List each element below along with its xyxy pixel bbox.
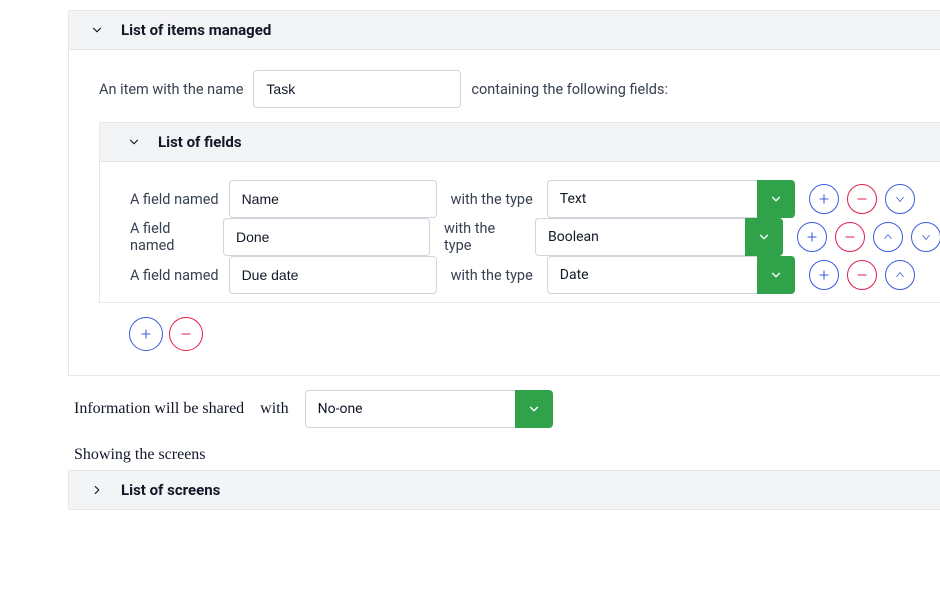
- items-panel-title: List of items managed: [121, 21, 271, 39]
- share-select-value: No-one: [305, 390, 515, 428]
- share-with-label: with: [260, 400, 288, 418]
- screens-panel-header[interactable]: List of screens: [69, 471, 940, 509]
- share-row: Information will be shared with No-one: [68, 376, 940, 434]
- share-prefix-label: Information will be shared: [74, 400, 244, 418]
- items-panel-body: An item with the name containing the fol…: [69, 50, 940, 375]
- item-actions: [99, 303, 940, 355]
- share-dropdown-button[interactable]: [515, 390, 553, 428]
- field-name-input[interactable]: [229, 256, 437, 294]
- field-type-label: with the type: [445, 191, 539, 208]
- item-prefix-label: An item with the name: [99, 81, 243, 98]
- move-field-up-button[interactable]: [873, 222, 903, 252]
- field-type-value: Text: [547, 180, 757, 218]
- remove-field-button[interactable]: [847, 184, 877, 214]
- add-field-button[interactable]: [797, 222, 827, 252]
- screens-panel-title: List of screens: [121, 481, 220, 499]
- screens-panel: List of screens: [68, 470, 940, 510]
- remove-field-button[interactable]: [835, 222, 865, 252]
- field-type-label: with the type: [438, 220, 527, 254]
- fields-panel-title: List of fields: [158, 133, 242, 151]
- chevron-down-icon: [126, 134, 142, 150]
- field-type-value: Date: [547, 256, 757, 294]
- move-field-up-button[interactable]: [885, 260, 915, 290]
- chevron-right-icon: [89, 482, 105, 498]
- field-type-label: with the type: [445, 267, 539, 284]
- fields-panel-body: A field named with the type Text: [100, 162, 940, 302]
- field-type-dropdown-button[interactable]: [757, 256, 795, 294]
- field-type-value: Boolean: [535, 218, 745, 256]
- remove-item-button[interactable]: [169, 317, 203, 351]
- share-select[interactable]: No-one: [305, 390, 553, 428]
- field-type-dropdown-button[interactable]: [757, 180, 795, 218]
- items-panel: List of items managed An item with the n…: [68, 10, 940, 376]
- field-name-input[interactable]: [229, 180, 437, 218]
- item-name-row: An item with the name containing the fol…: [99, 70, 940, 108]
- field-row: A field named with the type Text: [130, 180, 940, 218]
- add-item-button[interactable]: [129, 317, 163, 351]
- move-field-down-button[interactable]: [911, 222, 940, 252]
- field-name-label: A field named: [130, 191, 219, 208]
- fields-panel-header[interactable]: List of fields: [100, 123, 940, 162]
- field-type-select[interactable]: Date: [547, 256, 795, 294]
- field-row: A field named with the type Boolean: [130, 218, 940, 256]
- field-row-actions: [797, 222, 940, 252]
- move-field-down-button[interactable]: [885, 184, 915, 214]
- screens-heading: Showing the screens: [68, 434, 940, 470]
- field-row: A field named with the type Date: [130, 256, 940, 294]
- fields-panel: List of fields A field named with the ty…: [99, 122, 940, 303]
- item-name-input[interactable]: [253, 70, 461, 108]
- field-name-label: A field named: [130, 267, 219, 284]
- add-field-button[interactable]: [809, 260, 839, 290]
- field-row-actions: [809, 184, 915, 214]
- field-type-select[interactable]: Boolean: [535, 218, 783, 256]
- field-type-dropdown-button[interactable]: [745, 218, 783, 256]
- field-row-actions: [809, 260, 915, 290]
- item-suffix-label: containing the following fields:: [471, 81, 668, 98]
- field-type-select[interactable]: Text: [547, 180, 795, 218]
- chevron-down-icon: [89, 22, 105, 38]
- field-name-label: A field named: [130, 220, 213, 254]
- add-field-button[interactable]: [809, 184, 839, 214]
- items-panel-header[interactable]: List of items managed: [69, 11, 940, 50]
- field-name-input[interactable]: [223, 218, 430, 256]
- remove-field-button[interactable]: [847, 260, 877, 290]
